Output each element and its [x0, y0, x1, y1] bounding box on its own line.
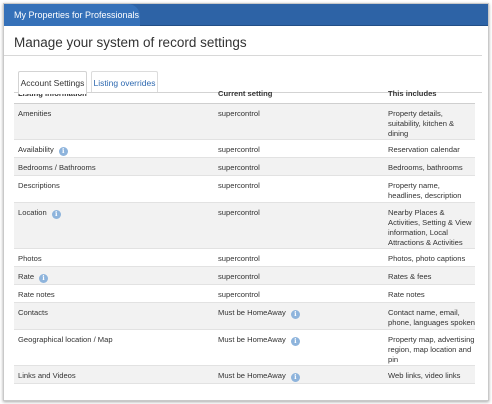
- info-icon[interactable]: i: [290, 336, 300, 346]
- listing-info-label: Rate: [18, 271, 35, 281]
- listing-info-cell: Rate notes: [14, 284, 214, 302]
- listing-info-label: Rate notes: [18, 289, 55, 299]
- current-setting-value: supercontrol: [218, 271, 260, 281]
- info-icon[interactable]: i: [51, 209, 61, 219]
- current-setting-cell: supercontrol: [214, 139, 384, 157]
- table-row: Bedrooms / Bathrooms supercontrol Bedrooms…: [14, 157, 475, 175]
- includes-cell: Web links, video links: [384, 365, 475, 383]
- table-row: Contacts Must be HomeAway i Contact name, e…: [14, 302, 475, 329]
- current-setting-value: Must be HomeAway: [218, 307, 286, 317]
- current-setting-value: supercontrol: [218, 253, 260, 263]
- current-setting-cell: Must be HomeAway i: [214, 365, 384, 383]
- listing-info-cell: Location i: [14, 202, 214, 248]
- current-setting-cell: supercontrol: [214, 157, 384, 175]
- listing-info-label: Bedrooms / Bathrooms: [18, 162, 96, 172]
- current-setting-cell: supercontrol: [214, 175, 384, 202]
- listing-info-cell: Availability i: [14, 139, 214, 157]
- listing-info-label: Amenities: [18, 108, 52, 118]
- current-setting-cell: supercontrol: [214, 248, 384, 266]
- table-row: Amenities supercontrol Property details, s…: [14, 103, 475, 139]
- listing-info-cell: Rate i: [14, 266, 214, 284]
- includes-cell: Property details, suitability, kitchen &…: [384, 103, 475, 139]
- listing-info-label: Photos: [18, 253, 42, 263]
- current-setting-value: supercontrol: [218, 108, 260, 118]
- current-setting-cell: Must be HomeAway i: [214, 302, 384, 329]
- current-setting-value: supercontrol: [218, 289, 260, 299]
- info-icon[interactable]: i: [39, 273, 49, 283]
- listing-info-cell: Bedrooms / Bathrooms: [14, 157, 214, 175]
- listing-info-cell: Links and Videos: [14, 365, 214, 383]
- app-title[interactable]: My Properties for Professionals: [4, 4, 140, 26]
- listing-info-cell: Photos: [14, 248, 214, 266]
- current-setting-cell: supercontrol: [214, 202, 384, 248]
- table-row: Descriptions supercontrol Property name, h…: [14, 175, 475, 202]
- info-icon[interactable]: i: [290, 372, 300, 382]
- listing-info-label: Location: [18, 207, 47, 217]
- table-row: Geographical location / Map Must be HomeA…: [14, 329, 475, 365]
- listing-info-cell: Amenities: [14, 103, 214, 139]
- listing-info-label: Geographical location / Map: [18, 334, 113, 344]
- includes-cell: Reservation calendar: [384, 139, 475, 157]
- settings-table: Listing information Current setting This…: [14, 84, 475, 384]
- current-setting-value: supercontrol: [218, 180, 260, 190]
- listing-info-label: Descriptions: [18, 180, 60, 190]
- table-row: Photos supercontrol Photos, photo captions: [14, 248, 475, 266]
- includes-cell: Property map, advertising region, map lo…: [384, 329, 475, 365]
- listing-info-cell: Contacts: [14, 302, 214, 329]
- tab-account-settings[interactable]: Account Settings: [18, 71, 87, 94]
- current-setting-cell: supercontrol: [214, 103, 384, 139]
- current-setting-value: Must be HomeAway: [218, 334, 286, 344]
- current-setting-cell: supercontrol: [214, 284, 384, 302]
- includes-cell: Nearby Places & Activities, Setting & Vi…: [384, 202, 475, 248]
- table-row: Availability i supercontrol Reservation cal…: [14, 139, 475, 157]
- info-icon[interactable]: i: [58, 146, 68, 156]
- current-setting-value: supercontrol: [218, 207, 260, 217]
- info-icon[interactable]: i: [290, 309, 300, 319]
- table-row: Rate i supercontrol Rates & fees: [14, 266, 475, 284]
- listing-info-label: Contacts: [18, 307, 48, 317]
- current-setting-cell: supercontrol: [214, 266, 384, 284]
- table-row: Location i supercontrol Nearby Places & Act…: [14, 202, 475, 248]
- listing-info-cell: Descriptions: [14, 175, 214, 202]
- includes-cell: Rates & fees: [384, 266, 475, 284]
- current-setting-value: Must be HomeAway: [218, 370, 286, 380]
- table-row: Rate notes supercontrol Rate notes: [14, 284, 475, 302]
- listing-info-cell: Geographical location / Map: [14, 329, 214, 365]
- includes-cell: Contact name, email, phone, languages sp…: [384, 302, 475, 329]
- current-setting-value: supercontrol: [218, 162, 260, 172]
- column-header-current-setting: Current setting: [214, 84, 384, 104]
- current-setting-cell: Must be HomeAway i: [214, 329, 384, 365]
- listing-info-label: Links and Videos: [18, 370, 76, 380]
- includes-cell: Bedrooms, bathrooms: [384, 157, 475, 175]
- current-setting-value: supercontrol: [218, 144, 260, 154]
- includes-cell: Property name, headlines, description: [384, 175, 475, 202]
- header-bar: My Properties for Professionals: [4, 4, 488, 26]
- page-title: Manage your system of record settings: [4, 26, 482, 56]
- includes-cell: Rate notes: [384, 284, 475, 302]
- column-header-this-includes: This includes: [384, 84, 475, 104]
- table-body: Amenities supercontrol Property details, s…: [14, 103, 475, 383]
- listing-info-label: Availability: [18, 144, 54, 154]
- includes-cell: Photos, photo captions: [384, 248, 475, 266]
- table-row: Links and Videos Must be HomeAway i Web lin…: [14, 365, 475, 383]
